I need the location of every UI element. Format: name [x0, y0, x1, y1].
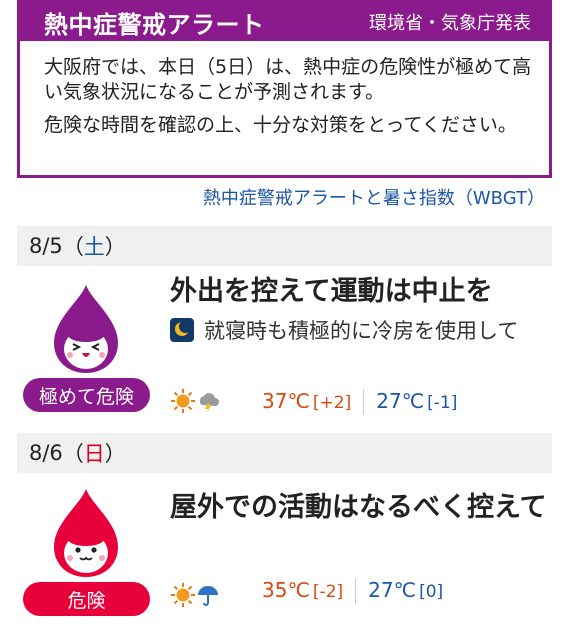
- min-temp-diff: [0]: [419, 582, 444, 602]
- alert-source: 環境省・気象庁発表: [369, 13, 531, 34]
- day-weekday: 土: [83, 235, 105, 259]
- weekday-close: ）: [104, 442, 126, 466]
- day-header: 8/5 （土）: [17, 226, 552, 266]
- sun-icon: [171, 389, 195, 413]
- alert-title: 熱中症警戒アラート: [44, 10, 265, 39]
- min-temp: 27℃: [376, 389, 425, 413]
- max-temp-diff: [+2]: [312, 393, 352, 413]
- day-date: 8/5: [29, 234, 63, 258]
- umbrella-icon: [198, 586, 218, 606]
- cloud-thunder-icon: [199, 393, 219, 413]
- danger-level-badge: 極めて危険: [23, 378, 150, 412]
- heatstroke-alert-box: 熱中症警戒アラート 環境省・気象庁発表 大阪府では、本日（5日）は、熱中症の危険…: [17, 0, 552, 178]
- min-temp-diff: [-1]: [427, 393, 458, 413]
- alert-message: 大阪府では、本日（5日）は、熱中症の危険性が極めて高い気象状況になることが予測さ…: [44, 56, 532, 103]
- danger-drop-icon: [54, 489, 118, 577]
- danger-level-badge: 危険: [23, 582, 150, 616]
- alert-advice: 危険な時間を確認の上、十分な対策をとってください。: [44, 114, 517, 136]
- temp-divider: [363, 389, 365, 415]
- max-temp: 37℃: [262, 389, 310, 413]
- alert-body: 大阪府では、本日（5日）は、熱中症の危険性が極めて高い気象状況になることが予測さ…: [20, 41, 549, 138]
- max-temp: 35℃: [262, 578, 310, 602]
- min-temp: 27℃: [368, 578, 417, 602]
- wbgt-link[interactable]: 熱中症警戒アラートと暑さ指数（WBGT）: [203, 184, 545, 210]
- weekday-open: （: [62, 442, 84, 466]
- extreme-danger-drop-icon: [54, 285, 118, 373]
- day-headline: 外出を控えて運動は中止を: [170, 276, 493, 307]
- sun-icon: [171, 583, 195, 607]
- night-note: 就寝時も積極的に冷房を使用して: [170, 318, 550, 343]
- day-weekday: 日: [83, 442, 105, 466]
- temperature-row: 37℃ [+2] 27℃ [-1]: [262, 389, 457, 415]
- weather-icons: [170, 582, 220, 608]
- day-headline: 屋外での活動はなるべく控えて: [170, 492, 547, 523]
- weekday-close: ）: [104, 235, 126, 259]
- alert-header: 熱中症警戒アラート 環境省・気象庁発表: [20, 3, 549, 41]
- weather-icons: [170, 388, 220, 414]
- weekday-open: （: [62, 235, 84, 259]
- temperature-row: 35℃ [-2] 27℃ [0]: [262, 578, 443, 604]
- temp-divider: [355, 578, 357, 604]
- night-note-text: 就寝時も積極的に冷房を使用して: [204, 319, 519, 343]
- moon-icon: [170, 318, 194, 342]
- day-header: 8/6 （日）: [17, 433, 552, 473]
- day-date: 8/6: [29, 441, 63, 465]
- max-temp-diff: [-2]: [312, 582, 344, 602]
